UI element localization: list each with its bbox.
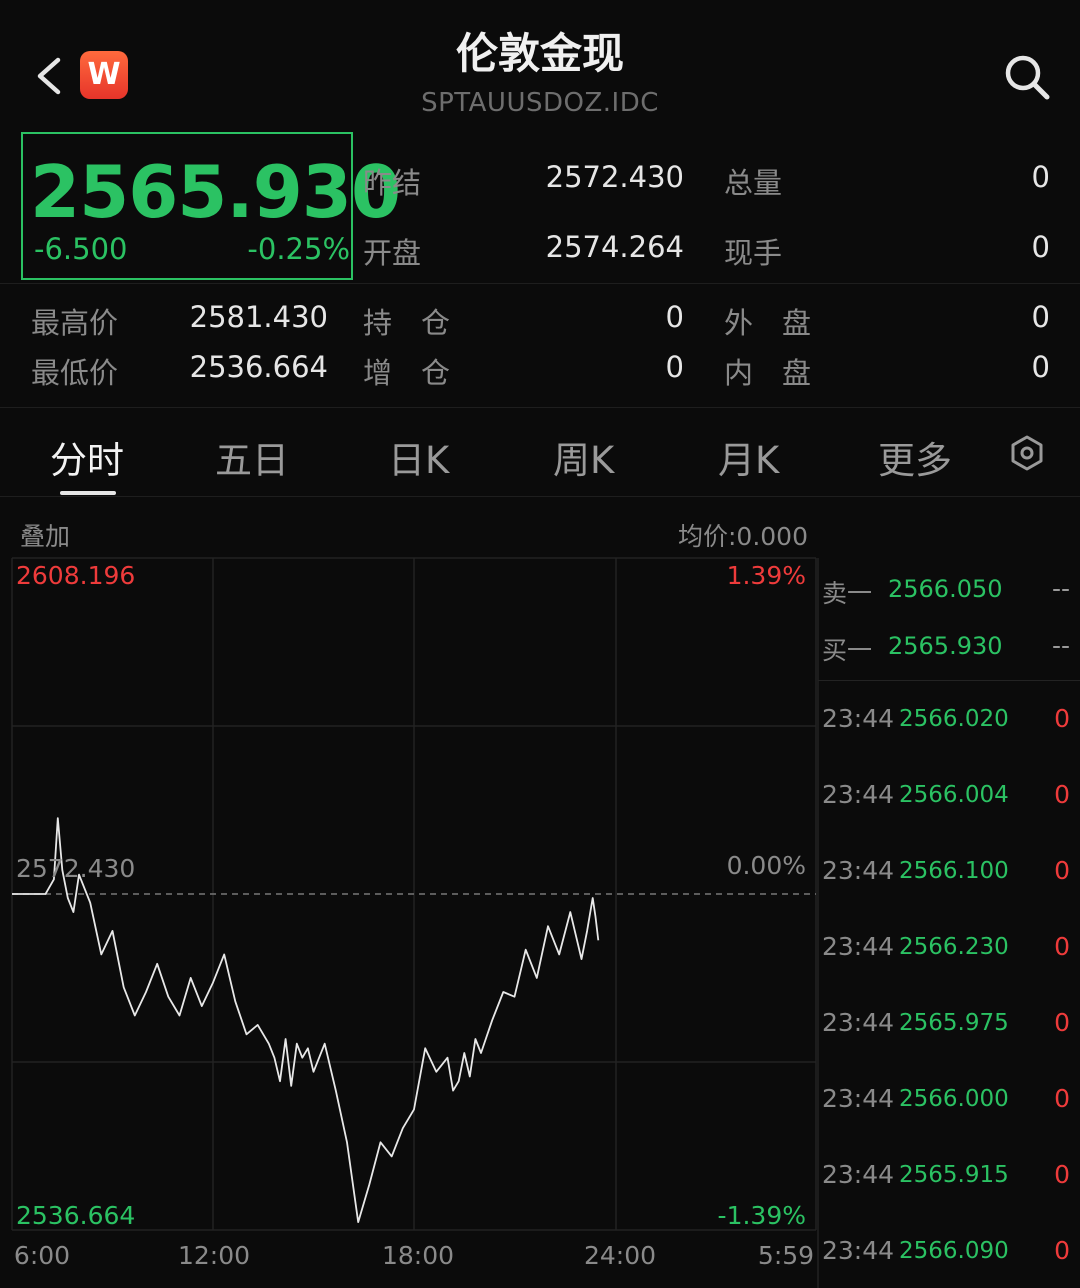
divider: [0, 283, 1080, 284]
add-position-label: 增 仓: [363, 356, 451, 390]
active-tab-indicator: [60, 491, 116, 495]
add-position-value: 0: [665, 350, 684, 384]
y-axis-bottom-label: 2536.664: [16, 1201, 135, 1230]
search-icon[interactable]: [1002, 52, 1052, 102]
tick-time: 23:44: [822, 1084, 895, 1113]
order-book-divider: [818, 680, 1080, 681]
tick-price: 2566.004: [899, 782, 1009, 808]
tab-more[interactable]: 更多: [878, 430, 952, 484]
tick-price: 2565.915: [899, 1162, 1009, 1188]
high-value: 2581.430: [189, 300, 328, 334]
tick-price: 2566.230: [899, 934, 1009, 960]
prev-settle-value: 2572.430: [545, 160, 684, 194]
y-axis-top-label: 2608.196: [16, 561, 135, 590]
tick-price: 2566.100: [899, 858, 1009, 884]
position-label: 持 仓: [363, 306, 451, 340]
pct-axis-bottom-label: -1.39%: [718, 1201, 806, 1230]
tick-time: 23:44: [822, 1008, 895, 1037]
current-hand-label: 现手: [724, 236, 783, 270]
tick-volume: 0: [1054, 856, 1070, 885]
last-price: 2565.930: [30, 150, 401, 234]
tick-time: 23:44: [822, 856, 895, 885]
current-hand-value: 0: [1031, 230, 1050, 264]
x-axis-tick-label: 12:00: [178, 1241, 250, 1270]
tab-intraday[interactable]: 分时: [50, 430, 124, 484]
volume-value: 0: [1031, 160, 1050, 194]
open-label: 开盘: [363, 236, 422, 270]
outer-label: 外 盘: [724, 306, 812, 340]
price-change: -6.500: [34, 232, 128, 266]
tab-weekly-k[interactable]: 周K: [553, 430, 614, 484]
inner-label: 内 盘: [724, 356, 812, 390]
x-axis-tick-label: 24:00: [584, 1241, 656, 1270]
volume-label: 总量: [724, 166, 783, 200]
tick-volume: 0: [1054, 704, 1070, 733]
tick-price: 2566.020: [899, 706, 1009, 732]
ask-volume: --: [1051, 574, 1070, 603]
tick-time: 23:44: [822, 932, 895, 961]
inner-value: 0: [1031, 350, 1050, 384]
x-axis-tick-label: 18:00: [382, 1241, 454, 1270]
tick-volume: 0: [1054, 1008, 1070, 1037]
price-change-percent: -0.25%: [247, 232, 350, 266]
y-axis-mid-label: 2572.430: [16, 854, 135, 883]
tab-five-day[interactable]: 五日: [215, 430, 289, 484]
bid-volume: --: [1051, 631, 1070, 660]
divider: [0, 407, 1080, 408]
settings-icon[interactable]: [1008, 434, 1046, 472]
prev-settle-label: 昨结: [363, 166, 422, 200]
tick-volume: 0: [1054, 780, 1070, 809]
tick-time: 23:44: [822, 1160, 895, 1189]
bid-price: 2565.930: [888, 632, 1003, 660]
back-chevron-icon[interactable]: [32, 56, 68, 96]
app-logo-text: W: [87, 57, 121, 92]
ask-label: 卖一: [822, 579, 873, 608]
tick-time: 23:44: [822, 780, 895, 809]
high-label: 最高价: [31, 306, 119, 340]
tab-daily-k[interactable]: 日K: [388, 430, 449, 484]
low-label: 最低价: [31, 356, 119, 390]
tick-volume: 0: [1054, 1084, 1070, 1113]
tick-volume: 0: [1054, 1236, 1070, 1265]
x-axis-tick-label: 6:00: [14, 1241, 70, 1270]
pct-axis-top-label: 1.39%: [727, 561, 806, 590]
tab-monthly-k[interactable]: 月K: [718, 430, 779, 484]
tick-price: 2565.975: [899, 1010, 1009, 1036]
symbol-code: SPTAUUSDOZ.IDC: [421, 88, 659, 118]
tick-price: 2566.090: [899, 1238, 1009, 1264]
tick-time: 23:44: [822, 1236, 895, 1265]
ask-price: 2566.050: [888, 575, 1003, 603]
tick-volume: 0: [1054, 932, 1070, 961]
position-value: 0: [665, 300, 684, 334]
outer-value: 0: [1031, 300, 1050, 334]
app-logo: W: [80, 51, 128, 99]
x-axis-tick-label: 5:59: [758, 1241, 814, 1270]
tick-time: 23:44: [822, 704, 895, 733]
low-value: 2536.664: [189, 350, 328, 384]
bid-label: 买一: [822, 636, 873, 665]
pct-axis-mid-label: 0.00%: [727, 851, 806, 880]
chart-grid: [11, 557, 819, 1288]
tick-price: 2566.000: [899, 1086, 1009, 1112]
page-title: 伦敦金现: [455, 29, 624, 78]
tick-volume: 0: [1054, 1160, 1070, 1189]
open-value: 2574.264: [545, 230, 684, 264]
